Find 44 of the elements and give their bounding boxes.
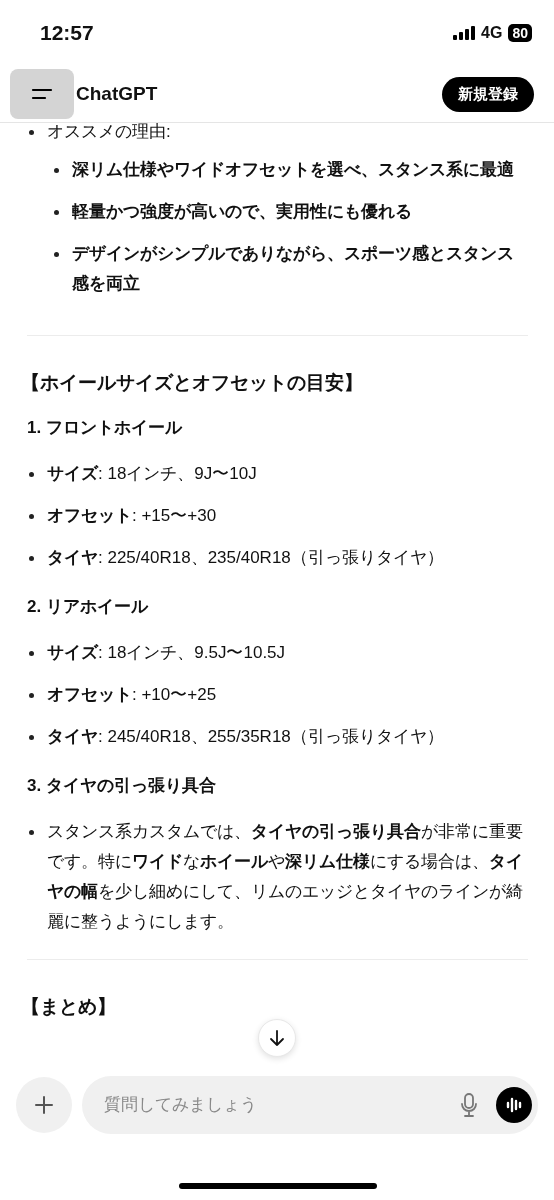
list-item-text: デザインがシンプルでありながら、スポーツ感とスタンス感を両立 [72, 243, 515, 295]
scroll-down-button[interactable] [258, 1019, 296, 1057]
add-button[interactable] [16, 1077, 72, 1133]
subsection-heading: 1. フロントホイール [27, 417, 184, 439]
battery-level: 80 [508, 24, 532, 42]
voice-mode-button[interactable] [496, 1087, 532, 1123]
network-label: 4G [481, 24, 503, 42]
waveform-icon [505, 1096, 523, 1114]
down-arrow-icon [268, 1029, 286, 1047]
menu-button[interactable] [10, 69, 74, 119]
bullet-icon [29, 830, 34, 835]
list-item-text: 深リム仕様やワイドオフセットを選べ、スタンス系に最適 [72, 159, 515, 181]
bullet-icon [29, 472, 34, 477]
menu-icon [31, 87, 53, 101]
microphone-icon[interactable] [460, 1093, 478, 1117]
list-item-text: タイヤ: 225/40R18、235/40R18（引っ張りタイヤ） [47, 547, 445, 569]
list-item-text: タイヤ: 245/40R18、255/35R18（引っ張りタイヤ） [47, 726, 445, 748]
message-input-field[interactable]: 質問してみましょう [102, 1094, 442, 1116]
bullet-icon [29, 130, 34, 135]
bullet-icon [29, 556, 34, 561]
plus-icon [34, 1095, 54, 1115]
section-heading: 【まとめ】 [21, 995, 117, 1019]
section-heading: 【ホイールサイズとオフセットの目安】 [21, 371, 364, 395]
signal-icon [453, 26, 476, 40]
signup-button[interactable]: 新規登録 [442, 76, 534, 112]
bullet-icon [54, 252, 59, 257]
bullet-icon [29, 514, 34, 519]
bullet-icon [29, 693, 34, 698]
bullet-icon [54, 168, 59, 173]
list-item-text: サイズ: 18インチ、9J〜10J [47, 463, 258, 485]
list-item-text: オフセット: +10〜+25 [47, 684, 218, 706]
subsection-heading: 3. タイヤの引っ張り具合 [27, 775, 217, 797]
bullet-icon [29, 735, 34, 740]
list-item-text: オフセット: +15〜+30 [47, 505, 218, 527]
status-time: 12:57 [40, 21, 94, 45]
app-title: ChatGPT [76, 83, 159, 105]
list-item-text: オススメの理由: [47, 121, 172, 143]
composer-bar[interactable]: 質問してみましょう [82, 1076, 538, 1134]
list-item-text: 軽量かつ強度が高いので、実用性にも優れる [72, 201, 413, 223]
bullet-icon [54, 210, 59, 215]
list-item-text: サイズ: 18インチ、9.5J〜10.5J [47, 642, 287, 664]
subsection-heading: 2. リアホイール [27, 596, 150, 618]
list-item-text: スタンス系カスタムでは、タイヤの引っ張り具合が非常に重要です。特にワイドなホイールや深リム仕様にする場合は、タイヤの幅を少し細めにして、リムのエッジとタイヤのラインが綺麗に整うようにします。 [47, 821, 524, 933]
bullet-icon [29, 651, 34, 656]
